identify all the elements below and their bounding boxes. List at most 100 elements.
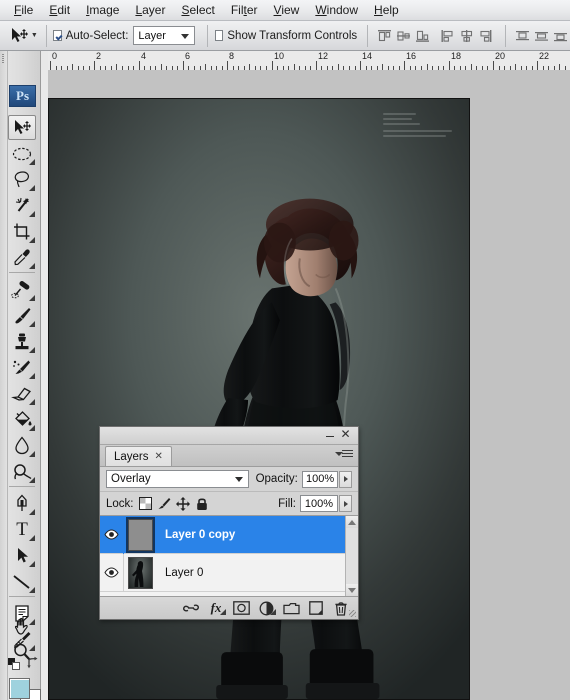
tool-history-brush[interactable] (8, 355, 36, 380)
tool-horizontal-type[interactable]: T (8, 517, 36, 542)
scroll-up-arrow-icon[interactable] (346, 516, 358, 528)
menu-view[interactable]: View (266, 1, 308, 19)
distribute-vertical-centers-icon[interactable] (533, 28, 550, 44)
toolbox-drag-grip[interactable] (0, 51, 8, 700)
layer-mask-button[interactable] (230, 599, 252, 617)
layers-panel-titlebar[interactable]: ✕ (100, 427, 358, 445)
align-left-edges-icon[interactable] (439, 28, 456, 44)
align-vertical-centers-icon[interactable] (395, 28, 412, 44)
menu-select[interactable]: Select (173, 1, 222, 19)
ruler-label: 6 (185, 51, 190, 61)
table-row[interactable]: Layer 0 copy (100, 516, 358, 554)
foreground-color-swatch[interactable] (9, 678, 30, 699)
close-icon[interactable]: ✕ (340, 429, 351, 440)
flyout-triangle-icon (29, 561, 35, 567)
menu-image[interactable]: Image (78, 1, 127, 19)
lock-transparent-pixels-icon[interactable] (138, 496, 153, 511)
show-transform-controls-checkbox[interactable] (215, 30, 223, 41)
lock-all-icon[interactable] (195, 496, 210, 511)
table-row[interactable]: Layer 0 (100, 554, 358, 592)
chevron-down-icon (181, 34, 189, 39)
tool-healing-brush[interactable] (8, 277, 36, 302)
horizontal-ruler[interactable]: 0246810121416182022 (48, 51, 570, 71)
ruler-major-tick (360, 61, 361, 70)
opacity-input[interactable]: 100% (302, 471, 339, 488)
ruler-major-tick (404, 61, 405, 70)
distribute-top-edges-icon[interactable] (514, 28, 531, 44)
lock-image-pixels-icon[interactable] (157, 496, 172, 511)
tool-move[interactable] (8, 115, 36, 140)
distribute-bottom-edges-icon[interactable] (552, 28, 569, 44)
flyout-triangle-icon (220, 609, 226, 615)
show-transform-controls-label: Show Transform Controls (227, 30, 357, 42)
align-top-edges-icon[interactable] (376, 28, 393, 44)
menu-edit[interactable]: Edit (41, 1, 78, 19)
tool-blur[interactable] (8, 433, 36, 458)
layer-name[interactable]: Layer 0 (165, 567, 203, 579)
tool-preset-chevron-icon[interactable]: ▼ (30, 25, 39, 47)
tool-lasso[interactable] (8, 167, 36, 192)
ruler-label: 0 (52, 51, 57, 61)
tool-magic-wand[interactable] (8, 193, 36, 218)
menu-file[interactable]: File (6, 1, 41, 19)
opacity-slider-button[interactable] (339, 471, 352, 488)
blend-mode-dropdown[interactable]: Overlay (106, 470, 249, 488)
align-horizontal-centers-icon[interactable] (458, 28, 475, 44)
layer-visibility-toggle[interactable] (100, 516, 124, 554)
ruler-label: 16 (406, 51, 416, 61)
layers-list: Layer 0 copy Layer 0 (100, 516, 358, 597)
tab-close-icon[interactable]: ✕ (155, 451, 163, 462)
new-group-button[interactable] (280, 599, 302, 617)
options-bar: ▼ Auto-Select: Layer Show Transform Cont… (0, 21, 570, 51)
tool-eyedropper[interactable] (8, 245, 36, 270)
fill-slider-button[interactable] (339, 495, 352, 512)
default-colors-icon[interactable] (8, 658, 20, 670)
auto-select-scope-dropdown[interactable]: Layer (133, 26, 195, 45)
link-layers-button[interactable] (180, 599, 202, 617)
tool-paint-bucket[interactable] (8, 407, 36, 432)
move-tool-icon[interactable] (8, 24, 30, 48)
align-right-edges-icon[interactable] (477, 28, 494, 44)
adjustment-layer-button[interactable] (255, 599, 277, 617)
tool-dodge[interactable] (8, 459, 36, 484)
lock-label: Lock: (106, 498, 134, 510)
tool-pen[interactable] (8, 491, 36, 516)
ruler-label: 2 (96, 51, 101, 61)
tool-elliptical-marquee[interactable] (8, 141, 36, 166)
minimize-icon[interactable] (325, 430, 335, 440)
tab-layers[interactable]: Layers ✕ (105, 446, 172, 466)
auto-select-checkbox[interactable] (53, 30, 61, 41)
tool-clone-stamp[interactable] (8, 329, 36, 354)
tool-brush[interactable] (8, 303, 36, 328)
auto-select-scope-value: Layer (138, 30, 166, 42)
scroll-down-arrow-icon[interactable] (346, 584, 358, 596)
swap-colors-icon[interactable] (26, 656, 38, 668)
layers-panel-tabrow: Layers ✕ (100, 445, 358, 467)
flyout-triangle-icon (29, 211, 35, 217)
menu-help[interactable]: Help (366, 1, 407, 19)
flyout-triangle-icon (29, 535, 35, 541)
layer-thumbnail[interactable] (128, 557, 153, 589)
tool-path-selection[interactable] (8, 543, 36, 568)
lock-position-icon[interactable] (176, 496, 191, 511)
layer-visibility-toggle[interactable] (100, 554, 124, 592)
menu-layer[interactable]: Layer (127, 1, 173, 19)
menu-filter[interactable]: Filter (223, 1, 266, 19)
tool-eraser[interactable] (8, 381, 36, 406)
fill-input[interactable]: 100% (300, 495, 338, 512)
layer-style-button[interactable]: fx (205, 599, 227, 617)
tool-crop[interactable] (8, 219, 36, 244)
ruler-major-tick (183, 61, 184, 70)
layer-name[interactable]: Layer 0 copy (165, 529, 235, 541)
tool-hand[interactable] (8, 613, 36, 638)
align-bottom-edges-icon[interactable] (414, 28, 431, 44)
layers-scrollbar[interactable] (345, 516, 358, 596)
options-separator-4 (505, 25, 506, 47)
layer-thumbnail[interactable] (128, 519, 153, 551)
ruler-label: 20 (495, 51, 505, 61)
panel-menu-icon[interactable] (335, 449, 353, 462)
menu-window[interactable]: Window (307, 1, 366, 19)
new-layer-button[interactable] (305, 599, 327, 617)
tool-line-shape[interactable] (8, 569, 36, 594)
panel-resize-grip[interactable] (349, 610, 356, 617)
